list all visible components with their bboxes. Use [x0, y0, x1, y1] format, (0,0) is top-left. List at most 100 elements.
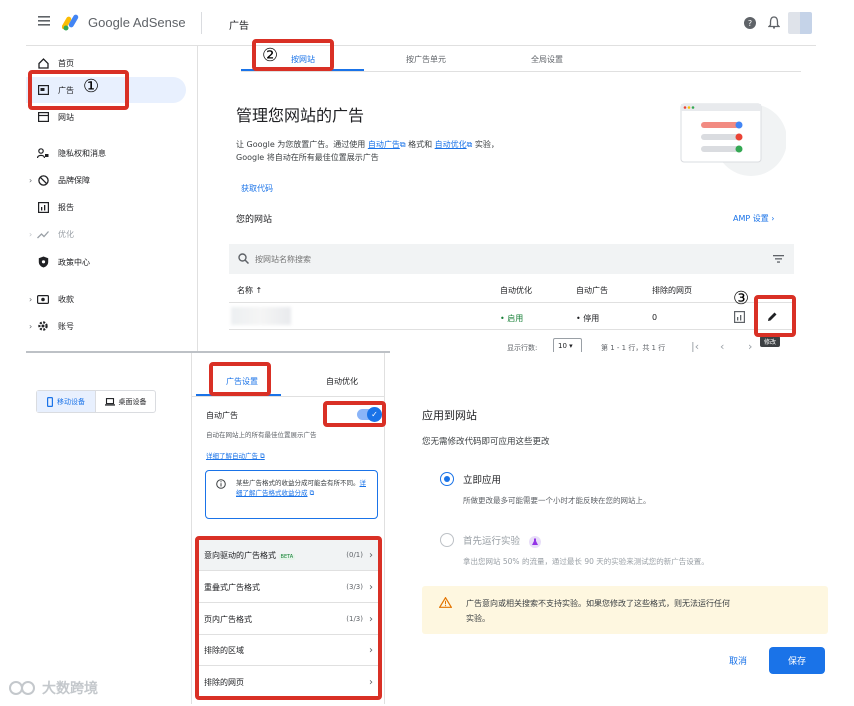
save-button[interactable]: 保存: [769, 647, 825, 674]
rows-per-page-label: 显示行数:: [507, 344, 538, 352]
page-title: 广告: [229, 21, 249, 32]
top-screenshot-panel: Google AdSense 广告 ? 首页 广告 网站 隐私权和消息 › 品牌…: [26, 0, 816, 352]
table-row-divider: [229, 329, 794, 330]
site-name-blurred[interactable]: [231, 307, 291, 325]
chevron-right-icon: ›: [771, 214, 775, 223]
sidebar-item-label: 收款: [58, 294, 74, 304]
step-marker-2: ②: [262, 45, 279, 66]
watermark-text: 大数跨境: [42, 681, 98, 697]
tab-global-settings[interactable]: 全局设置: [531, 54, 563, 65]
tab-auto-optimize[interactable]: 自动优化: [326, 376, 358, 387]
sidebar-item-privacy[interactable]: 隐私权和消息: [26, 140, 186, 166]
menu-icon[interactable]: [38, 16, 50, 26]
external-link-icon: ⧉: [309, 489, 315, 497]
row-auto-ads-status: • 停用: [576, 314, 600, 323]
pagination-range: 第 1 - 1 行，共 1 行: [601, 344, 666, 352]
table-header-divider: [229, 302, 794, 303]
search-icon: [238, 253, 249, 264]
sidebar-item-label: 隐私权和消息: [58, 148, 106, 158]
bottom-screenshot-panel: 移动设备 桌面设备 广告设置 自动优化 自动广告 ✓ 自动在网站上的所有最佳位置…: [26, 352, 834, 704]
sidebar-item-label: 报告: [58, 202, 74, 212]
sidebar-item-label: 政策中心: [58, 257, 90, 267]
tab-by-ad-unit[interactable]: 按广告单元: [406, 54, 446, 65]
apply-now-description: 所做更改最多可能需要一个小时才能反映在您的网站上。: [463, 496, 651, 505]
watermark-logo-icon: [8, 678, 38, 698]
phone-icon: [47, 396, 53, 407]
trending-up-icon: [36, 227, 50, 241]
your-sites-heading: 您的网站: [236, 215, 273, 225]
report-icon[interactable]: [734, 311, 745, 323]
sidebar-item-label: 网站: [58, 112, 74, 122]
main-description: 让 Google 为您放置广告。通过使用 自动广告⧉ 格式和 自动优化⧉ 实验，…: [236, 140, 499, 162]
sidebar-item-reports[interactable]: 报告: [26, 194, 186, 220]
person-lock-icon: [36, 146, 50, 160]
auto-ads-description: 自动在网站上的所有最佳位置展示广告: [206, 431, 317, 439]
avatar[interactable]: [788, 12, 812, 34]
caret-right-icon: ›: [29, 229, 33, 239]
device-toggle: 移动设备 桌面设备: [36, 390, 156, 413]
settings-panel-divider: [191, 352, 192, 704]
row-excluded-count: 0: [652, 313, 658, 322]
svg-text:?: ?: [748, 19, 752, 28]
caret-right-icon: ›: [29, 294, 33, 304]
top-app-bar: Google AdSense 广告 ?: [26, 0, 816, 46]
amp-settings-link[interactable]: AMP 设置 ›: [733, 213, 775, 224]
first-page-icon[interactable]: |‹: [691, 340, 699, 352]
column-header-name[interactable]: 名称 ↑: [237, 285, 262, 296]
auto-optimize-link[interactable]: 自动优化: [435, 140, 467, 149]
warning-icon: [439, 597, 452, 608]
money-icon: [36, 292, 50, 306]
auto-ads-link[interactable]: 自动广告: [368, 140, 400, 149]
settings-tab-divider: [192, 396, 384, 397]
device-desktop-button[interactable]: 桌面设备: [96, 391, 155, 412]
bell-icon[interactable]: [768, 16, 780, 29]
caret-right-icon: ›: [29, 175, 33, 185]
sidebar-item-brand-safety[interactable]: › 品牌保障: [26, 167, 186, 193]
apply-now-radio[interactable]: [440, 472, 454, 486]
highlight-box-auto-ads-toggle: [323, 401, 386, 427]
prev-page-icon[interactable]: ‹: [720, 340, 724, 352]
step-marker-3: ③: [733, 288, 750, 309]
site-search-bar: [229, 244, 794, 274]
highlight-box-ad-settings-tab: [209, 362, 271, 396]
cancel-button[interactable]: 取消: [729, 654, 747, 667]
next-page-icon[interactable]: ›: [748, 340, 752, 352]
caret-right-icon: ›: [29, 321, 33, 331]
column-header-excluded-pages: 排除的网页: [652, 286, 692, 295]
logo-text: Google AdSense: [88, 15, 186, 30]
adsense-logo-icon: [62, 13, 82, 31]
search-input[interactable]: [255, 251, 555, 267]
sidebar-item-policy-center[interactable]: 政策中心: [26, 249, 186, 275]
highlight-box-edit-button: [754, 295, 796, 337]
flask-icon: [529, 535, 542, 548]
sidebar-item-label: 优化: [58, 229, 74, 239]
help-icon[interactable]: ?: [744, 17, 756, 29]
main-heading: 管理您网站的广告: [236, 106, 365, 125]
shield-icon: [36, 255, 50, 269]
rows-per-page-select[interactable]: 10 ▾: [553, 338, 582, 352]
get-code-link[interactable]: 获取代码: [241, 183, 273, 194]
home-icon: [36, 56, 50, 70]
sort-arrow-up-icon: ↑: [255, 286, 263, 295]
sidebar-item-optimize[interactable]: › 优化: [26, 221, 186, 247]
block-icon: [36, 173, 50, 187]
highlight-box-ads-nav: [28, 70, 129, 110]
sites-icon: [36, 110, 50, 124]
dropdown-arrow-icon: ▾: [569, 342, 573, 350]
sidebar-item-payments[interactable]: › 收款: [26, 286, 186, 312]
learn-more-auto-ads-link[interactable]: 详细了解自动广告 ⧉: [206, 450, 265, 461]
laptop-icon: [104, 397, 115, 406]
run-experiment-radio[interactable]: [440, 533, 454, 547]
apply-dialog-subtitle: 您无需修改代码即可应用这些更改: [422, 437, 550, 447]
device-mobile-button[interactable]: 移动设备: [37, 391, 97, 412]
sidebar-item-label: 品牌保障: [58, 175, 90, 185]
experiment-warning-banner: 广告意向或相关搜索不支持实验。如果您修改了这些格式，则无法运行任何 实验。: [422, 586, 828, 634]
sidebar-item-account[interactable]: › 账号: [26, 313, 186, 339]
highlight-box-settings-rows: [195, 536, 382, 700]
column-header-auto-ads: 自动广告: [576, 286, 608, 295]
row-auto-optimize-status: • 启用: [500, 314, 524, 323]
auto-ads-label: 自动广告: [206, 411, 238, 420]
apply-now-title: 立即应用: [463, 475, 502, 486]
filter-icon[interactable]: [773, 255, 784, 263]
apply-dialog-title: 应用到网站: [422, 409, 477, 422]
